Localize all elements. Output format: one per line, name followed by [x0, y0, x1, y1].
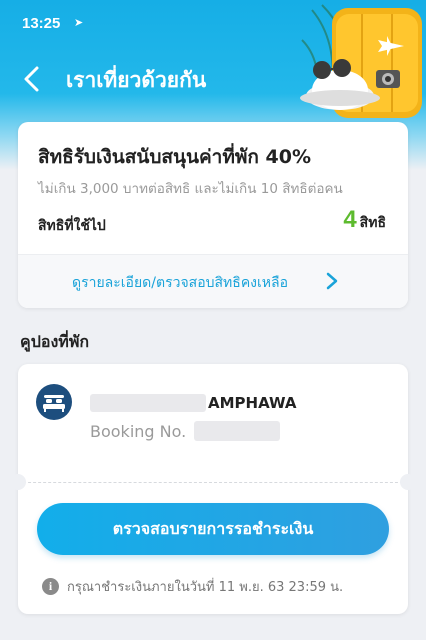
used-count-group: 4 สิทธิ: [343, 206, 386, 234]
redacted-booking-number: [194, 421, 281, 441]
travel-decoration-icon: [300, 4, 422, 118]
page-title: เราเที่ยวด้วยกัน: [66, 68, 207, 92]
check-pending-payment-button[interactable]: ตรวจสอบรายการรอชำระเงิน: [37, 503, 389, 555]
entitlement-title: สิทธิรับเงินสนับสนุนค่าที่พัก 40%: [38, 146, 311, 168]
location-arrow-icon: ➤: [74, 16, 84, 29]
used-label: สิทธิที่ใช้ไป: [38, 218, 106, 234]
coupon-section-title: คูปองที่พัก: [20, 332, 90, 351]
entitlement-subtitle: ไม่เกิน 3,000 บาทต่อสิทธิ และไม่เกิน 10 …: [38, 181, 343, 197]
booking-label: Booking No.: [90, 421, 187, 441]
details-link-label: ดูรายละเอียด/ตรวจสอบสิทธิคงเหลือ: [72, 275, 289, 291]
back-arrow-icon[interactable]: [18, 64, 48, 94]
ticket-perforation: [18, 482, 408, 483]
details-link[interactable]: ดูรายละเอียด/ตรวจสอบสิทธิคงเหลือ: [18, 255, 408, 308]
ticket-notch-right: [400, 474, 416, 490]
redacted-text: [90, 394, 206, 412]
payment-note: i กรุณาชำระเงินภายในวันที่ 11 พ.ย. 63 23…: [42, 576, 343, 597]
info-icon: i: [42, 578, 59, 595]
chevron-right-icon: [326, 272, 338, 290]
status-time: 13:25: [22, 15, 61, 32]
entitlement-card: สิทธิรับเงินสนับสนุนค่าที่พัก 40% ไม่เกิ…: [18, 122, 408, 308]
used-count: 4: [343, 206, 357, 233]
ticket-notch-left: [10, 474, 26, 490]
hotel-name: AMPHAWA: [90, 394, 297, 412]
used-unit: สิทธิ: [359, 215, 386, 231]
bed-icon: [36, 384, 72, 420]
payment-note-text: กรุณาชำระเงินภายในวันที่ 11 พ.ย. 63 23:5…: [67, 580, 344, 595]
booking-number: Booking No.: [90, 421, 281, 441]
coupon-card: AMPHAWA Booking No. ตรวจสอบรายการรอชำระเ…: [10, 364, 416, 614]
hotel-name-text: AMPHAWA: [208, 394, 297, 412]
